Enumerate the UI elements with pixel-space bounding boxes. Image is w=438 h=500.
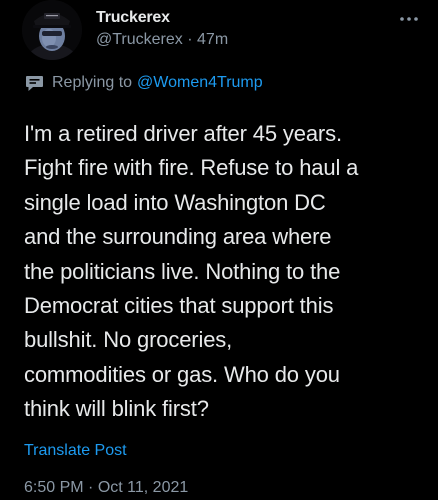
post-text-line: bullshit. No groceries, [24,327,233,353]
avatar-image [22,0,82,60]
replying-to-handle-link[interactable]: @Women4Trump [137,74,263,92]
post-text-line: I'm a retired driver after 45 years. [24,121,342,146]
author-handle[interactable]: @Truckerex [96,31,183,48]
handle-and-time: @Truckerex · 47m [96,31,228,49]
post-text-line: Fight fire with fire. Refuse to haul a [24,155,359,181]
more-horizontal-icon[interactable] [398,12,420,24]
post-timestamp: 6:50 PM · Oct 11, 2021 [24,479,188,497]
post-card: Truckerex @Truckerex · 47m Replying to @… [0,0,438,500]
timestamp-separator: · [88,479,94,496]
post-text-line: single load into Washington DC [24,189,326,215]
post-time[interactable]: 6:50 PM [24,479,84,496]
post-text-line: think will blink first? [24,396,209,422]
post-text-line: the politicians live. Nothing to the [24,258,341,284]
reply-bubble-icon [25,75,44,92]
post-text-line: and the surrounding area where [24,224,332,250]
post-text-line: commodities or gas. Who do you [24,361,340,387]
translate-post-link[interactable]: Translate Post [24,442,127,460]
post-date[interactable]: Oct 11, 2021 [98,479,188,496]
display-name[interactable]: Truckerex [96,9,170,27]
replying-to-row: Replying to @Women4Trump [25,72,263,94]
post-text: I'm a retired driver after 45 years. Fig… [24,117,429,427]
avatar[interactable] [22,0,82,60]
meta-separator: · [187,31,193,48]
replying-to-label: Replying to [52,74,133,91]
relative-time[interactable]: 47m [197,31,228,48]
post-text-line: Democrat cities that support this [24,293,334,319]
